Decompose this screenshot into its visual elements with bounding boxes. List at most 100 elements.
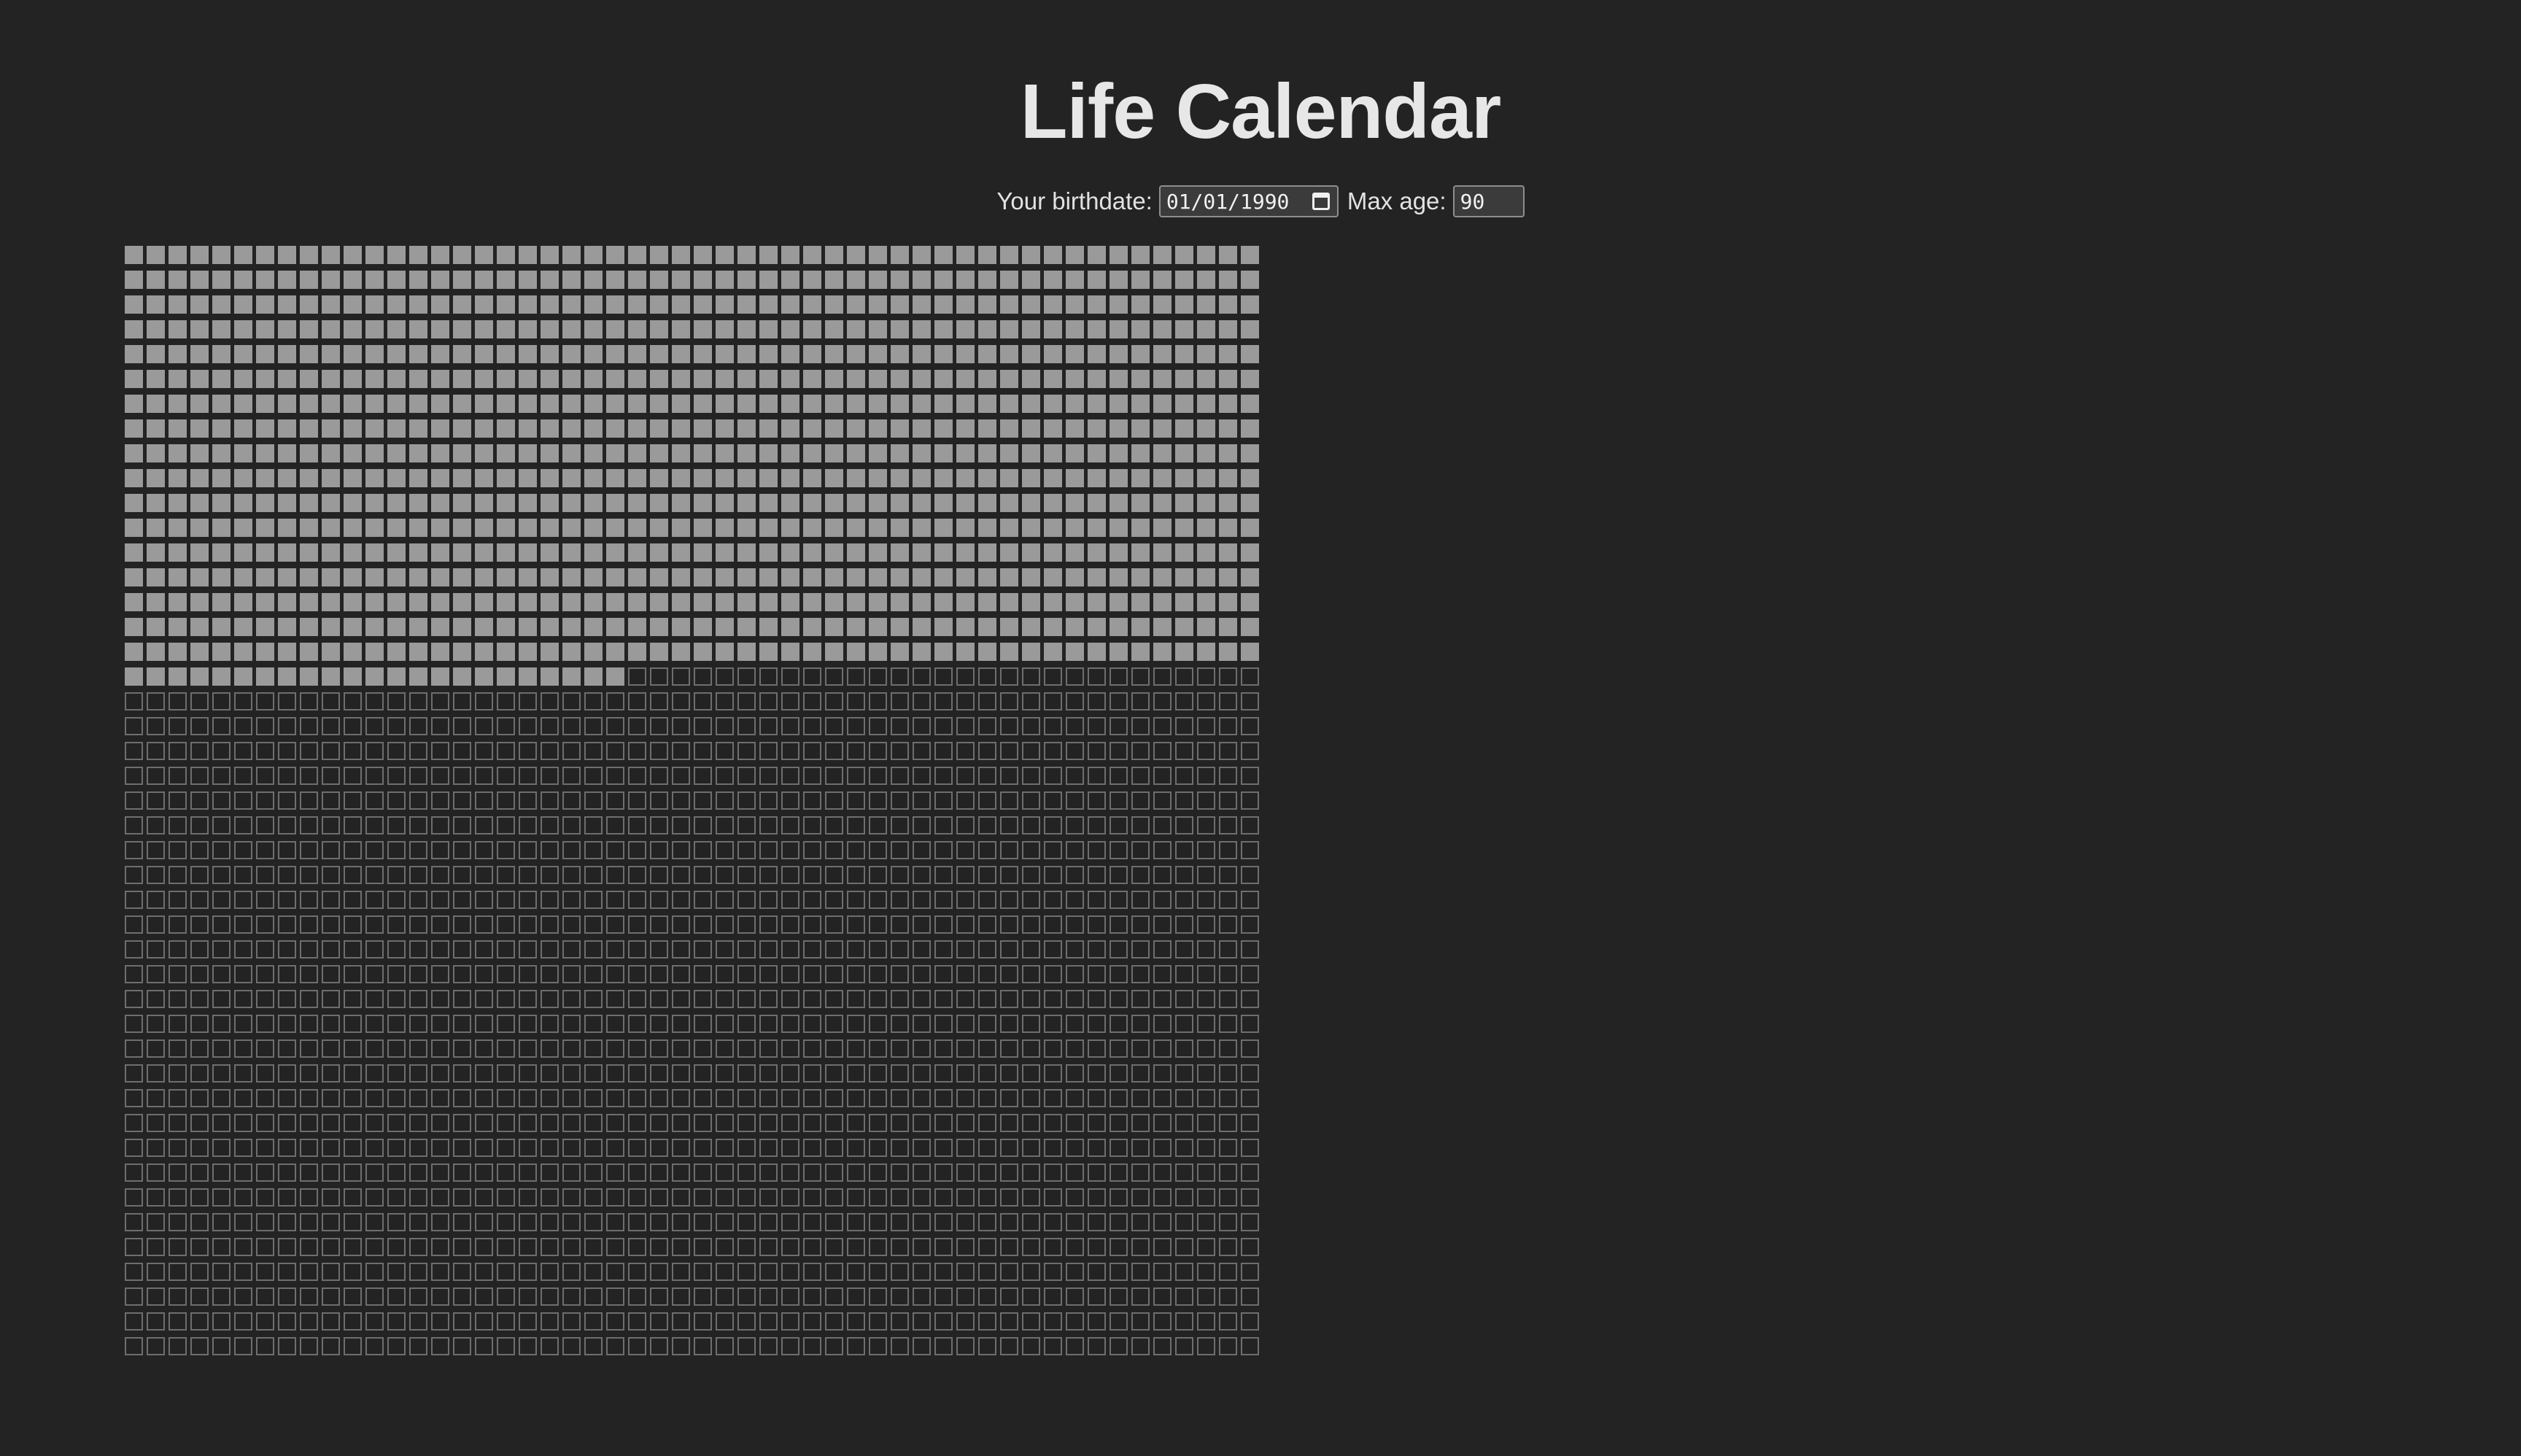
- week-cell-lived: [169, 370, 187, 388]
- week-cell-future: [431, 866, 449, 884]
- week-cell-future: [956, 1089, 975, 1107]
- week-cell-lived: [497, 469, 515, 487]
- week-cell-future: [125, 791, 143, 810]
- week-cell-lived: [1000, 494, 1018, 512]
- week-cell-future: [562, 891, 581, 909]
- week-cell-lived: [519, 295, 537, 314]
- week-cell-future: [1175, 915, 1193, 934]
- week-cell-lived: [956, 395, 975, 413]
- week-cell-lived: [234, 643, 252, 661]
- week-cell-future: [234, 1139, 252, 1157]
- week-cell-future: [1044, 1139, 1062, 1157]
- week-cell-future: [1131, 1089, 1150, 1107]
- week-cell-future: [256, 1188, 274, 1207]
- week-cell-future: [234, 692, 252, 710]
- week-cell-lived: [190, 246, 209, 264]
- week-cell-lived: [344, 295, 362, 314]
- max-age-input[interactable]: 90: [1452, 185, 1525, 217]
- week-cell-future: [606, 990, 624, 1008]
- week-cell-future: [431, 1139, 449, 1157]
- week-cell-future: [716, 1064, 734, 1083]
- week-cell-future: [387, 891, 406, 909]
- week-cell-future: [847, 667, 865, 686]
- week-cell-future: [650, 1114, 668, 1132]
- week-cell-lived: [891, 246, 909, 264]
- week-cell-future: [956, 1188, 975, 1207]
- week-cell-future: [1197, 1114, 1215, 1132]
- week-cell-future: [409, 1039, 427, 1058]
- week-cell-lived: [869, 295, 887, 314]
- week-cell-future: [694, 816, 712, 835]
- week-cell-future: [759, 742, 778, 760]
- week-cell-future: [475, 1089, 493, 1107]
- week-cell-future: [1066, 816, 1084, 835]
- week-cell-future: [300, 965, 318, 983]
- week-cell-lived: [584, 370, 603, 388]
- week-cell-future: [322, 1337, 340, 1355]
- week-cell-future: [584, 990, 603, 1008]
- week-cell-lived: [1088, 444, 1106, 462]
- week-cell-future: [1110, 717, 1128, 735]
- week-cell-lived: [1153, 543, 1172, 562]
- week-cell-future: [344, 742, 362, 760]
- week-cell-future: [737, 767, 756, 785]
- week-cell-future: [387, 1089, 406, 1107]
- page-title: Life Calendar: [1020, 69, 1502, 155]
- week-cell-future: [913, 1139, 931, 1157]
- week-cell-future: [672, 990, 690, 1008]
- week-cell-future: [1066, 667, 1084, 686]
- week-cell-lived: [519, 271, 537, 289]
- week-cell-future: [541, 891, 559, 909]
- week-cell-lived: [825, 444, 843, 462]
- week-cell-future: [1000, 990, 1018, 1008]
- week-cell-lived: [344, 370, 362, 388]
- week-cell-future: [803, 667, 821, 686]
- week-cell-lived: [1131, 643, 1150, 661]
- calendar-icon[interactable]: [1312, 193, 1330, 210]
- week-cell-future: [344, 791, 362, 810]
- week-cell-future: [562, 915, 581, 934]
- week-cell-future: [978, 915, 996, 934]
- week-cell-future: [387, 990, 406, 1008]
- week-cell-lived: [300, 543, 318, 562]
- week-cell-lived: [737, 345, 756, 363]
- week-cell-future: [781, 767, 799, 785]
- week-cell-future: [409, 1188, 427, 1207]
- week-cell-lived: [344, 494, 362, 512]
- week-cell-lived: [519, 543, 537, 562]
- week-cell-future: [234, 1114, 252, 1132]
- week-cell-future: [431, 915, 449, 934]
- week-cell-lived: [475, 469, 493, 487]
- week-cell-future: [781, 1139, 799, 1157]
- week-cell-lived: [781, 543, 799, 562]
- week-cell-future: [781, 1213, 799, 1231]
- week-cell-lived: [1131, 320, 1150, 338]
- week-cell-lived: [278, 419, 296, 438]
- week-cell-lived: [453, 667, 471, 686]
- week-cell-lived: [387, 593, 406, 611]
- week-cell-lived: [825, 320, 843, 338]
- week-cell-future: [1044, 940, 1062, 959]
- week-cell-future: [1088, 866, 1106, 884]
- week-cell-future: [1022, 791, 1040, 810]
- week-cell-lived: [409, 568, 427, 586]
- week-cell-lived: [956, 320, 975, 338]
- week-cell-future: [628, 1287, 646, 1306]
- week-cell-lived: [803, 444, 821, 462]
- week-cell-lived: [650, 370, 668, 388]
- week-cell-lived: [628, 419, 646, 438]
- week-cell-future: [475, 1188, 493, 1207]
- week-cell-lived: [147, 320, 165, 338]
- birthdate-input[interactable]: 01/01/1990: [1158, 185, 1339, 217]
- week-cell-lived: [256, 246, 274, 264]
- week-cell-lived: [825, 643, 843, 661]
- week-cell-lived: [934, 345, 953, 363]
- week-cell-lived: [212, 643, 231, 661]
- week-cell-future: [956, 965, 975, 983]
- week-cell-lived: [781, 568, 799, 586]
- week-cell-lived: [1022, 568, 1040, 586]
- week-cell-lived: [541, 593, 559, 611]
- week-cell-future: [1131, 1238, 1150, 1256]
- week-cell-future: [825, 742, 843, 760]
- week-cell-lived: [1088, 494, 1106, 512]
